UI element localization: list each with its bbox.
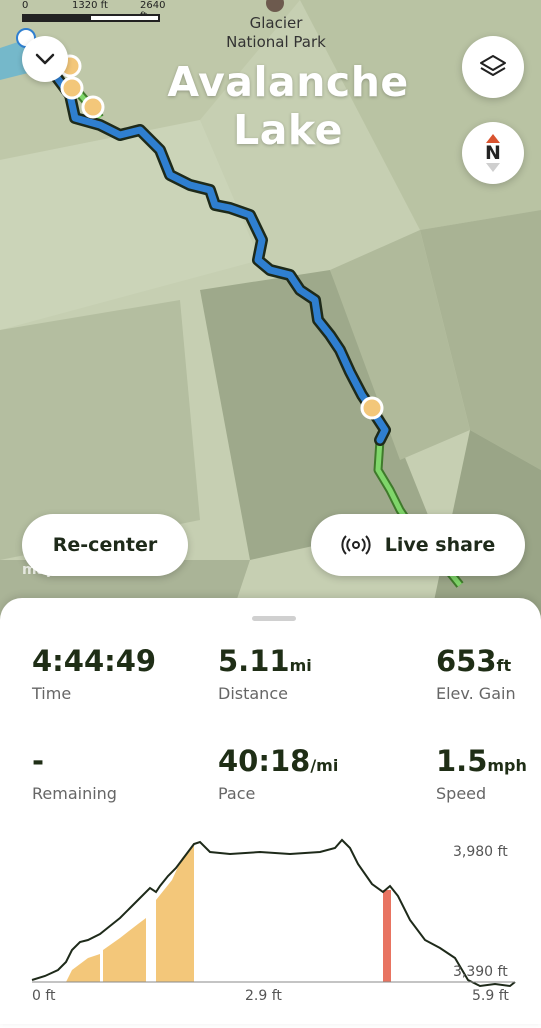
stat-elev-gain: 653ft Elev. Gain [436, 644, 516, 703]
distance-mid-label: 2.9 ft [245, 988, 282, 1004]
chevron-down-icon [35, 53, 55, 65]
distance-start-label: 0 ft [32, 988, 56, 1004]
poi-label-line1: Glacier [249, 14, 303, 32]
broadcast-icon [341, 535, 371, 555]
stat-value: 4:44:49 [32, 644, 157, 678]
mapbox-logo[interactable]: mapbox [22, 562, 85, 578]
drag-handle[interactable] [252, 616, 296, 621]
stats-panel: 4:44:49 Time 5.11mi Distance 653ft Elev.… [0, 598, 541, 1024]
map-layers-button[interactable] [462, 36, 524, 98]
stat-label: Time [32, 684, 72, 703]
map-view[interactable]: 0 1320 ft 2640 ft Glacier National Park … [0, 0, 541, 620]
stat-distance: 5.11mi Distance [218, 644, 312, 703]
waypoint-marker [81, 95, 105, 119]
poi-label[interactable]: Glacier National Park [196, 14, 356, 52]
stat-value: 5.11mi [218, 644, 312, 678]
compass-label: N [485, 142, 501, 164]
map-title: Avalanche Lake [167, 58, 409, 154]
waypoint-marker [360, 396, 384, 420]
layers-icon [480, 55, 506, 76]
elevation-profile[interactable]: 3,980 ft 3,390 ft 0 ft 2.9 ft 5.9 ft [0, 830, 541, 1024]
poi-label-line2: National Park [226, 33, 326, 51]
stat-label: Speed [436, 784, 487, 803]
stat-pace: 40:18/mi Pace [218, 744, 338, 803]
stat-label: Distance [218, 684, 288, 703]
collapse-button[interactable] [22, 36, 68, 82]
stat-remaining: - Remaining [32, 744, 117, 803]
stat-value: - [32, 744, 45, 778]
map-scale-bar: 0 1320 ft 2640 ft [22, 0, 165, 30]
stat-label: Pace [218, 784, 256, 803]
compass-button[interactable]: N [462, 122, 524, 184]
elevation-min-label: 3,390 ft [453, 964, 508, 980]
elevation-max-label: 3,980 ft [453, 844, 508, 860]
scale-label: 0 [22, 0, 29, 11]
stat-speed: 1.5mph Speed [436, 744, 527, 803]
distance-end-label: 5.9 ft [472, 988, 509, 1004]
stat-value: 1.5mph [436, 744, 527, 778]
stat-time: 4:44:49 Time [32, 644, 156, 703]
waypoint-marker [60, 76, 84, 100]
stat-label: Remaining [32, 784, 117, 803]
stat-value: 40:18/mi [218, 744, 339, 778]
live-share-button[interactable]: Live share [311, 514, 525, 576]
stat-value: 653ft [436, 644, 512, 678]
compass-south-arrow-icon [486, 163, 500, 172]
live-share-label: Live share [384, 534, 496, 556]
scale-label: 1320 ft [72, 0, 108, 11]
stat-label: Elev. Gain [436, 684, 516, 703]
